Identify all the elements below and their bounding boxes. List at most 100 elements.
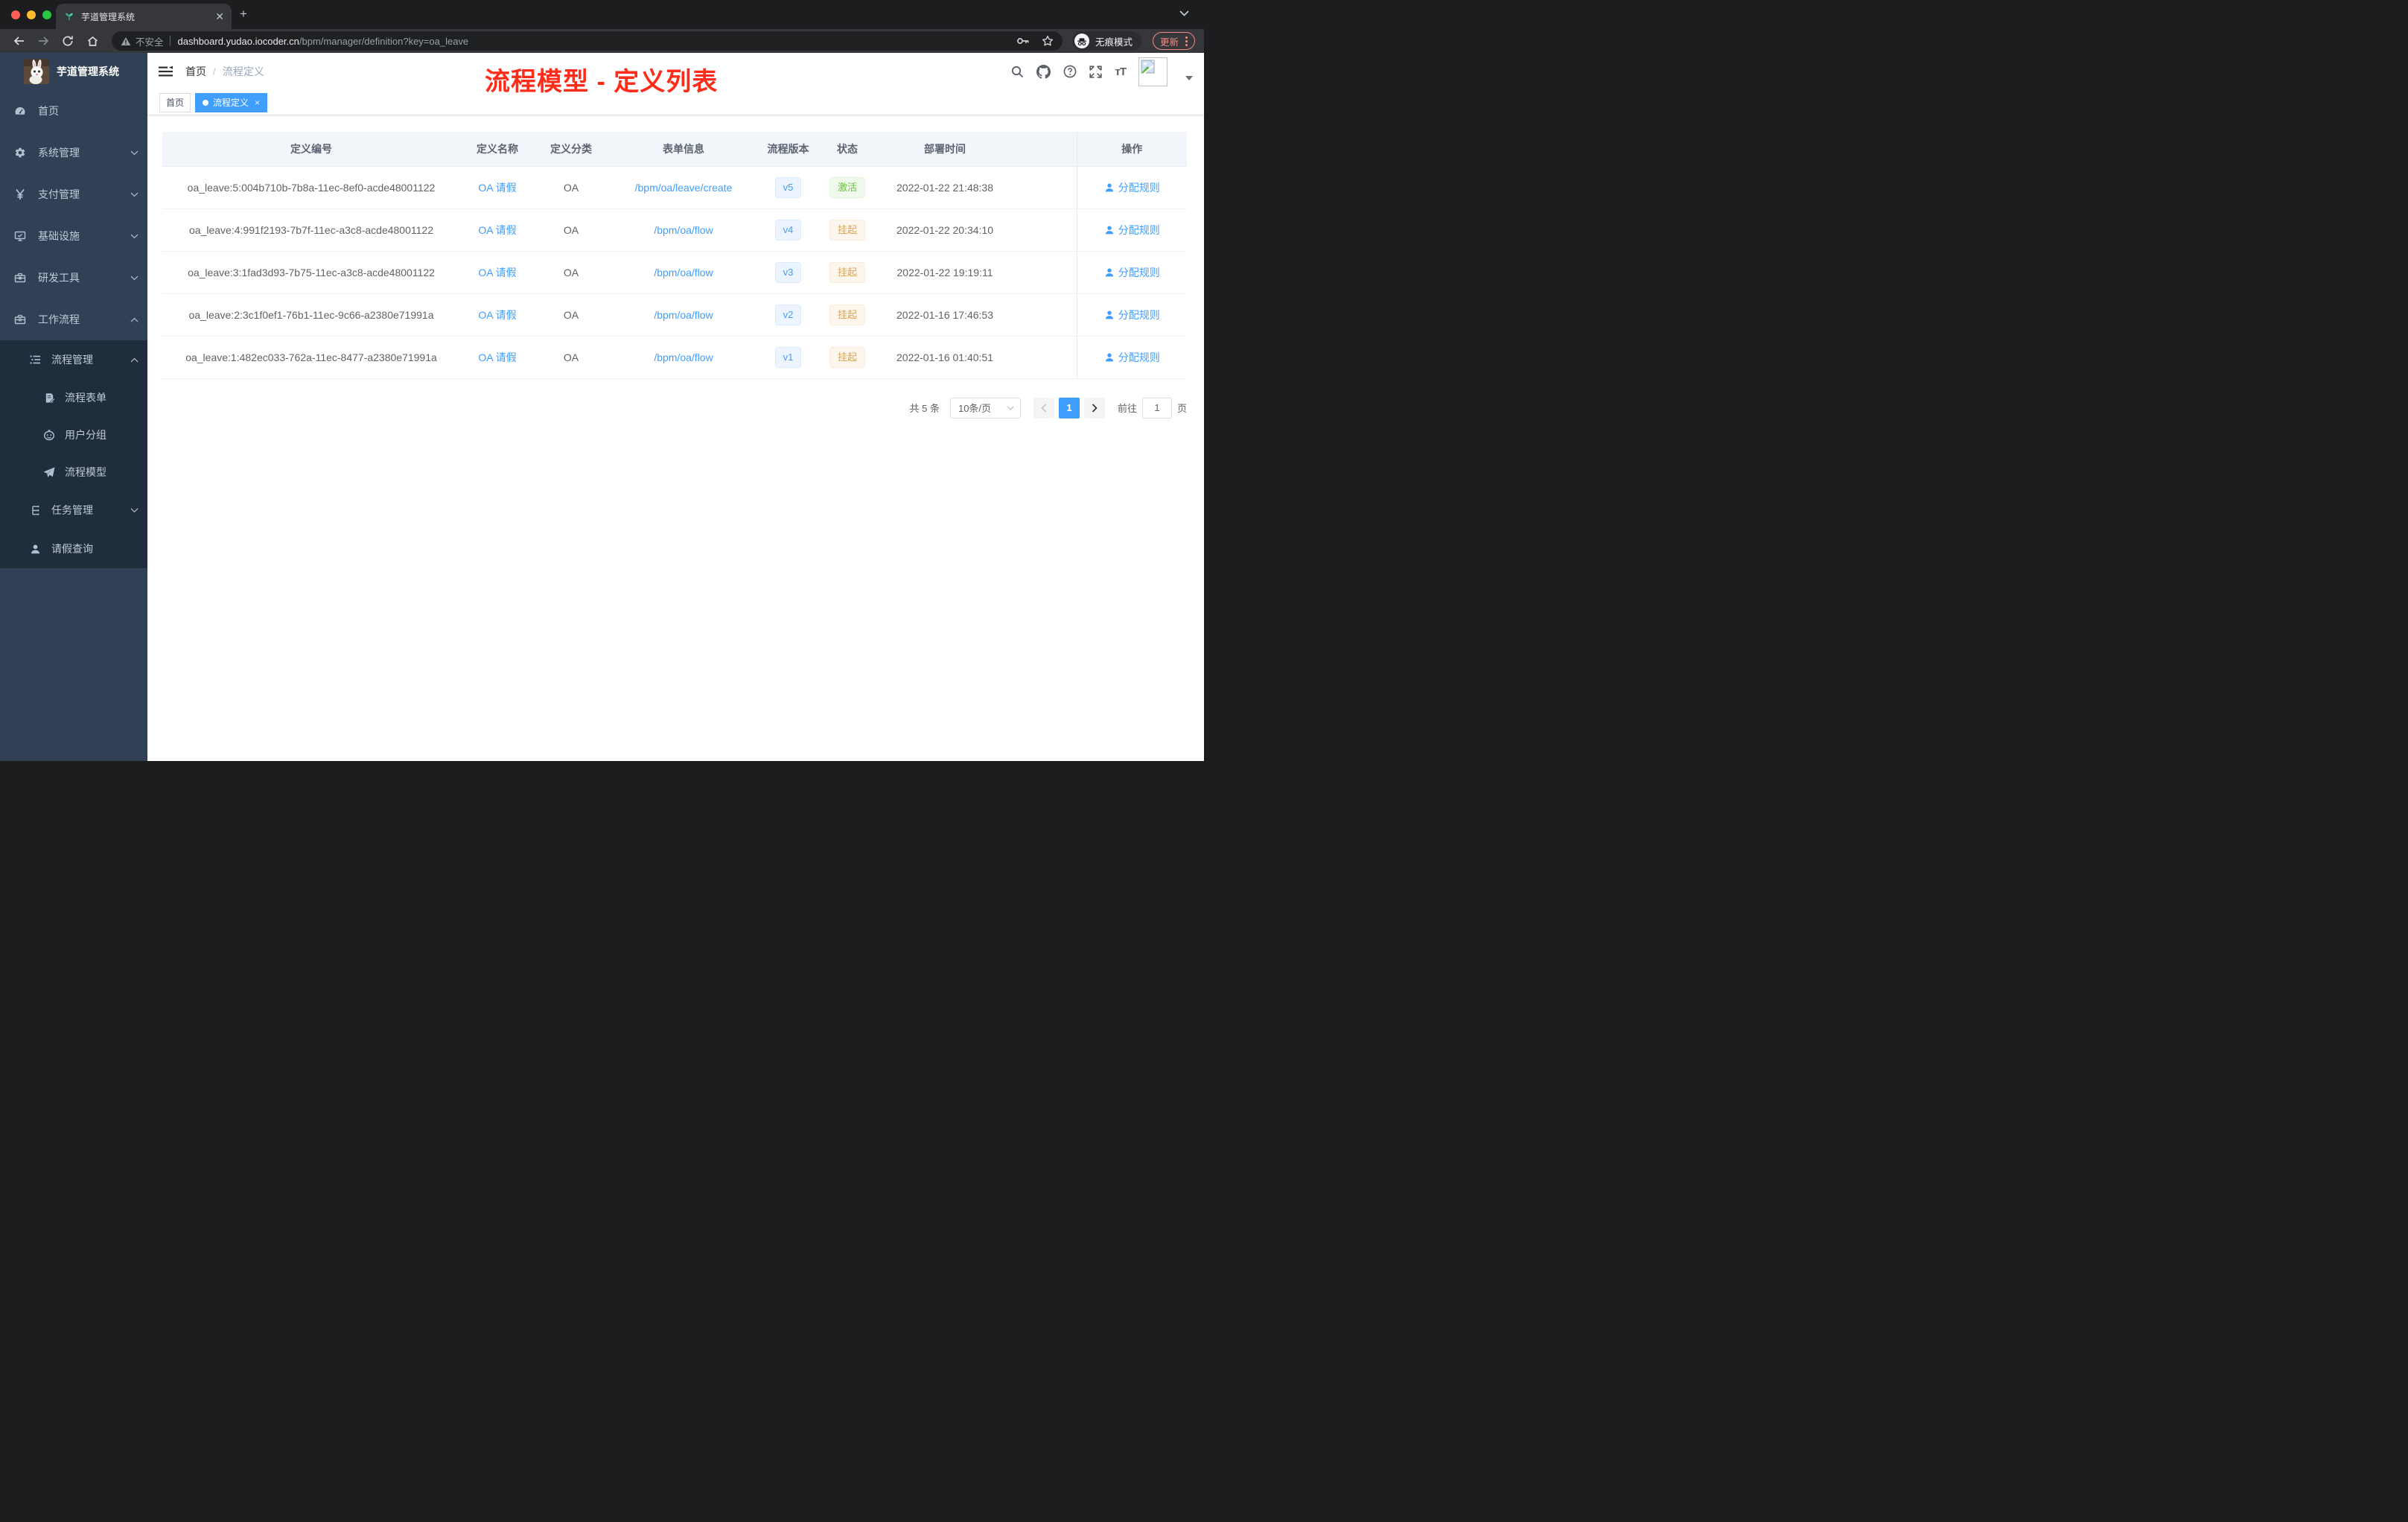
font-size-icon[interactable]: тT [1115, 66, 1126, 78]
form-info-link[interactable]: /bpm/oa/leave/create [635, 182, 733, 194]
sidebar-item-user-group[interactable]: 用户分组 [0, 416, 147, 453]
goto-label: 前往 [1117, 403, 1137, 414]
cell-deploy-time: 2022-01-16 17:46:53 [878, 293, 1012, 337]
tag-label: 首页 [166, 98, 185, 108]
sidebar-item-infrastructure[interactable]: 基础设施 [0, 215, 147, 257]
form-info-link[interactable]: /bpm/oa/flow [654, 309, 713, 321]
sidebar-item-devtools[interactable]: 研发工具 [0, 257, 147, 299]
table-row: oa_leave:5:004b710b-7b8a-11ec-8ef0-acde4… [162, 166, 1187, 209]
active-dot [203, 99, 209, 106]
cell-definition-id: oa_leave:4:991f2193-7b7f-11ec-a3c8-acde4… [162, 208, 460, 252]
sidebar-item-label: 工作流程 [38, 313, 80, 325]
assign-rule-link[interactable]: 分配规则 [1104, 180, 1160, 195]
user-icon [29, 543, 41, 555]
column-header-name: 定义名称 [460, 132, 535, 167]
definition-name-link[interactable]: OA 请假 [478, 309, 516, 321]
sidebar-item-leave-query[interactable]: 请假查询 [0, 529, 147, 568]
page-size-select[interactable]: 10条/页 [949, 397, 1021, 418]
address-bar[interactable]: 不安全 dashboard.yudao.iocoder.cn/bpm/manag… [112, 31, 1063, 51]
sidebar-item-label: 请假查询 [51, 543, 93, 555]
update-button[interactable]: 更新 [1152, 32, 1195, 50]
tag-label: 流程定义 [213, 98, 249, 108]
help-icon[interactable] [1063, 65, 1077, 78]
sidebar-item-task-management[interactable]: 任务管理 [0, 491, 147, 529]
status-badge: 挂起 [829, 261, 865, 283]
column-header-filler [1012, 132, 1077, 167]
assign-rule-link[interactable]: 分配规则 [1104, 350, 1160, 365]
sidebar-item-process-form[interactable]: 流程表单 [0, 379, 147, 416]
table-row: oa_leave:1:482ec033-762a-11ec-8477-a2380… [162, 336, 1187, 379]
url-host: dashboard.yudao.iocoder.cn [177, 35, 299, 47]
sidebar-item-process-model[interactable]: 流程模型 [0, 453, 147, 491]
reload-icon[interactable] [58, 31, 77, 51]
definition-name-link[interactable]: OA 请假 [478, 267, 516, 278]
paper-plane-icon [43, 466, 55, 478]
form-info-link[interactable]: /bpm/oa/flow [654, 267, 713, 278]
definition-name-link[interactable]: OA 请假 [478, 224, 516, 236]
tag-home[interactable]: 首页 [159, 92, 191, 112]
table-row: oa_leave:4:991f2193-7b7f-11ec-a3c8-acde4… [162, 208, 1187, 252]
gear-icon [14, 147, 26, 159]
sidebar-item-process-management[interactable]: 流程管理 [0, 340, 147, 379]
page-content: 定义编号 定义名称 定义分类 表单信息 流程版本 状态 部署时间 操作 oa_l… [147, 115, 1204, 418]
sidebar-item-label: 流程管理 [51, 354, 93, 366]
goto-page-input[interactable] [1141, 397, 1172, 418]
tab-close-icon[interactable]: ✕ [215, 11, 224, 22]
tag-process-definition[interactable]: 流程定义 × [195, 92, 268, 112]
url-text[interactable]: dashboard.yudao.iocoder.cn/bpm/manager/d… [178, 36, 1009, 47]
tag-close-icon[interactable]: × [255, 98, 260, 107]
github-icon[interactable] [1036, 64, 1051, 79]
assign-rule-link[interactable]: 分配规则 [1104, 308, 1160, 322]
forward-icon[interactable] [34, 31, 53, 51]
column-header-status: 状态 [817, 132, 878, 167]
sidebar-item-home[interactable]: 首页 [0, 90, 147, 132]
version-badge: v5 [774, 176, 802, 198]
definition-name-link[interactable]: OA 请假 [478, 182, 516, 194]
page-number-button[interactable]: 1 [1058, 397, 1080, 418]
yen-icon [14, 188, 26, 200]
sidebar-item-payment[interactable]: 支付管理 [0, 173, 147, 215]
chevron-up-icon [130, 357, 138, 363]
window-controls[interactable] [11, 10, 51, 19]
pagination: 共 5 条 10条/页 1 前往 页 [162, 397, 1187, 418]
tab-search-chevron-icon[interactable] [1179, 10, 1189, 16]
form-info-link[interactable]: /bpm/oa/flow [654, 351, 713, 363]
prev-page-button[interactable] [1033, 397, 1054, 418]
new-tab-button[interactable]: + [240, 7, 247, 22]
back-icon[interactable] [9, 31, 28, 51]
sidebar-logo[interactable]: 芋道管理系统 [0, 53, 147, 90]
security-label[interactable]: 不安全 [136, 34, 164, 48]
avatar[interactable] [1138, 57, 1168, 86]
form-info-link[interactable]: /bpm/oa/flow [654, 224, 713, 236]
browser-menu-dots-icon[interactable] [1185, 36, 1188, 46]
column-header-form: 表单信息 [608, 132, 759, 167]
sidebar-item-system[interactable]: 系统管理 [0, 132, 147, 173]
browser-tab[interactable]: 芋道管理系统 ✕ [56, 4, 232, 29]
assign-rule-link[interactable]: 分配规则 [1104, 265, 1160, 280]
avatar-caret-icon[interactable] [1185, 76, 1193, 80]
password-key-icon[interactable] [1016, 36, 1030, 46]
sidebar-collapse-icon[interactable] [159, 66, 173, 77]
definition-name-link[interactable]: OA 请假 [478, 351, 516, 363]
status-badge: 挂起 [829, 304, 865, 325]
status-badge: 挂起 [829, 346, 865, 368]
status-badge: 挂起 [829, 219, 865, 241]
home-icon[interactable] [83, 31, 102, 51]
version-badge: v4 [774, 219, 802, 241]
next-page-button[interactable] [1083, 397, 1105, 418]
assign-rule-link[interactable]: 分配规则 [1104, 223, 1160, 238]
sidebar-item-workflow[interactable]: 工作流程 [0, 299, 147, 340]
chevron-down-icon [130, 234, 138, 239]
sidebar-item-label: 基础设施 [38, 230, 80, 242]
sidebar-item-label: 首页 [38, 105, 59, 117]
zoom-window-button[interactable] [42, 10, 51, 19]
cell-definition-id: oa_leave:1:482ec033-762a-11ec-8477-a2380… [162, 336, 460, 379]
sidebar-item-label: 流程表单 [65, 392, 106, 404]
search-icon[interactable] [1011, 66, 1024, 78]
bookmark-star-icon[interactable] [1042, 35, 1054, 47]
cell-deploy-time: 2022-01-22 20:34:10 [878, 208, 1012, 252]
close-window-button[interactable] [11, 10, 20, 19]
breadcrumb-home[interactable]: 首页 [185, 64, 206, 79]
minimize-window-button[interactable] [27, 10, 36, 19]
fullscreen-icon[interactable] [1089, 65, 1103, 78]
